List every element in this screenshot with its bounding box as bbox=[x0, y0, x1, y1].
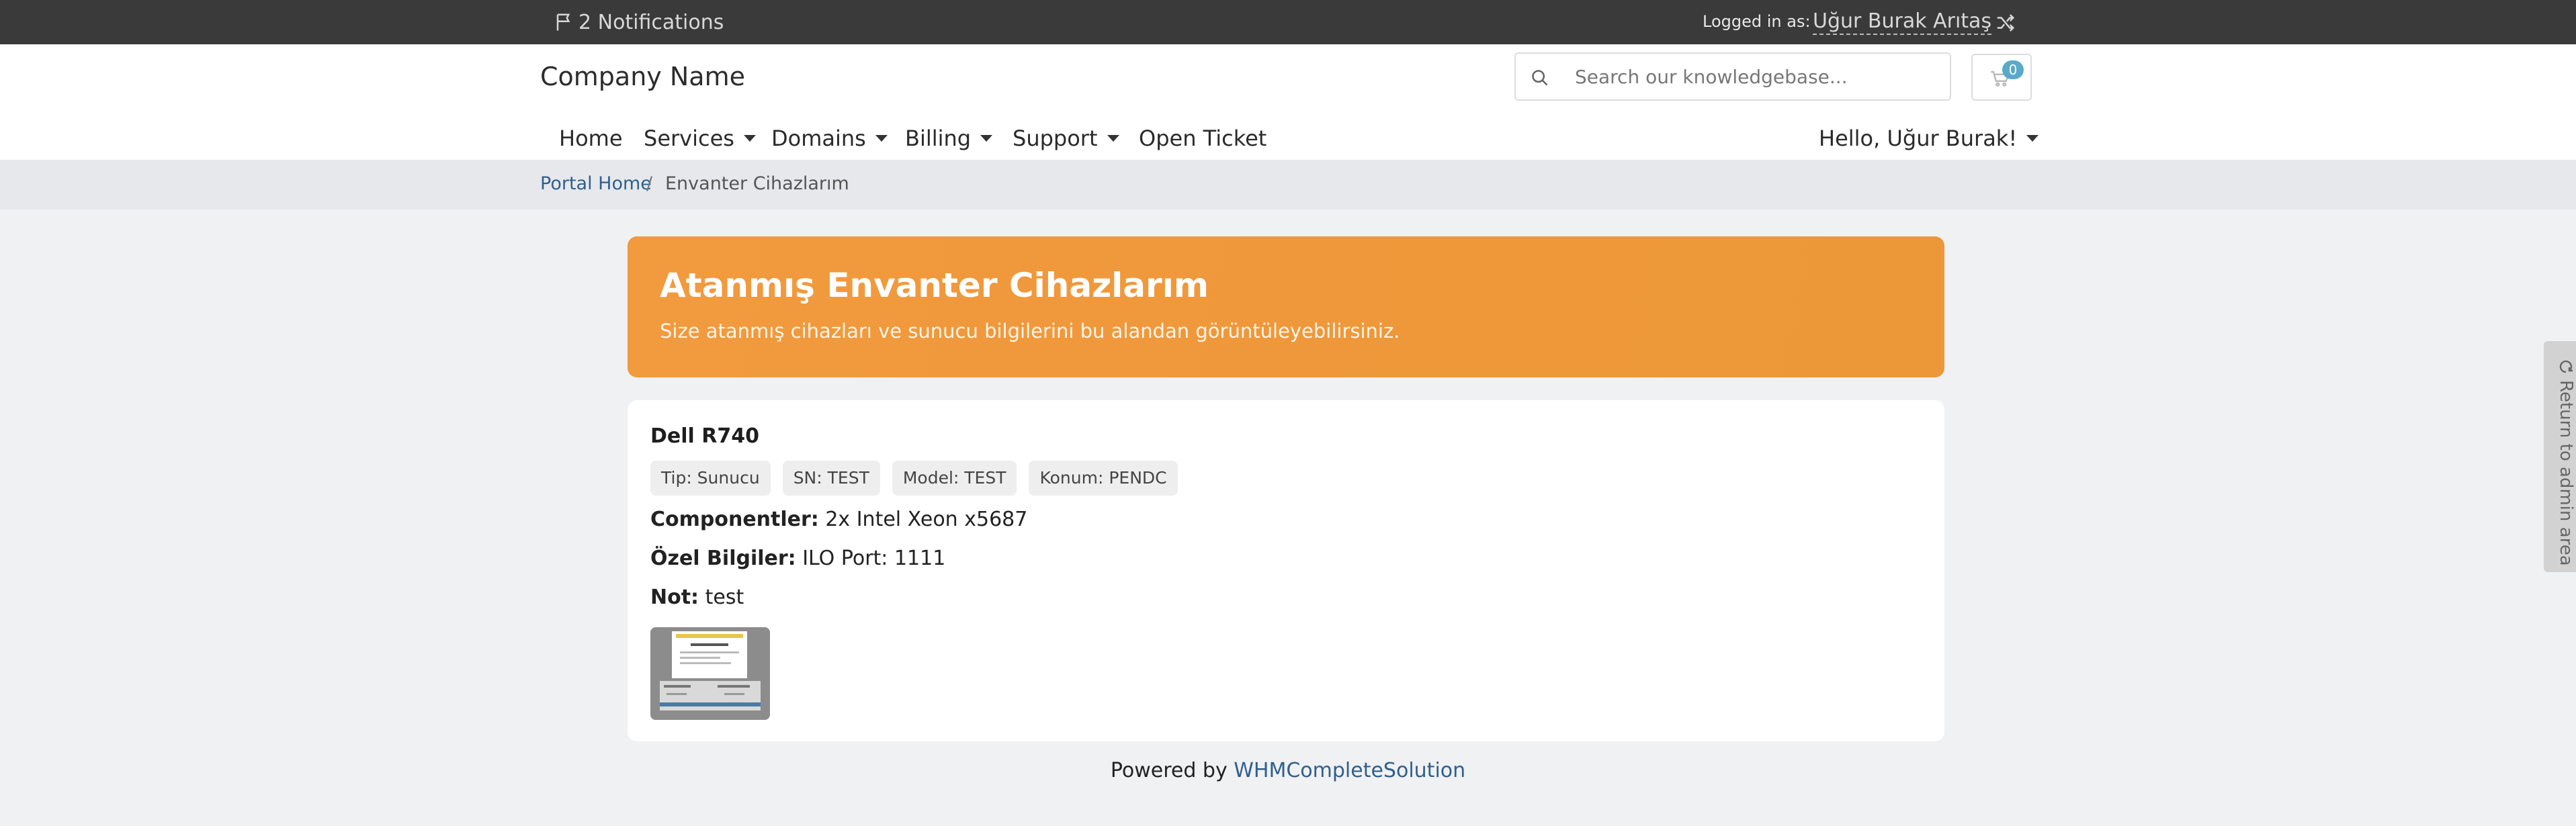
chevron-down-icon bbox=[980, 135, 993, 142]
nav-domains[interactable]: Domains bbox=[771, 120, 888, 157]
document-thumbnail-icon bbox=[650, 627, 770, 720]
nav-account-menu[interactable]: Hello, Uğur Burak! bbox=[1819, 120, 2039, 157]
logged-in-label: Logged in as: bbox=[1703, 12, 1811, 31]
breadcrumb-home-link[interactable]: Portal Home bbox=[540, 173, 652, 194]
note-value: test bbox=[699, 586, 744, 609]
note-label: Not: bbox=[650, 586, 699, 609]
nav-billing-label: Billing bbox=[905, 126, 972, 151]
special-info-value: ILO Port: 1111 bbox=[796, 547, 946, 570]
cart-count-badge: 0 bbox=[2002, 60, 2024, 79]
shuffle-icon[interactable] bbox=[1995, 13, 2016, 33]
notifications-link[interactable]: 2 Notifications bbox=[554, 9, 724, 35]
nav-support[interactable]: Support bbox=[1013, 120, 1119, 157]
chevron-down-icon bbox=[875, 135, 888, 142]
return-to-admin-tab[interactable]: Return to admin area bbox=[2544, 341, 2576, 572]
site-header: Company Name 0 Home Services Domains Bil… bbox=[0, 44, 2576, 160]
nav-open-ticket-label: Open Ticket bbox=[1139, 126, 1267, 151]
device-components-row: Componentler: 2x Intel Xeon x5687 bbox=[650, 508, 1027, 531]
device-card: Dell R740 Tip: Sunucu SN: TEST Model: TE… bbox=[628, 400, 1944, 741]
device-name: Dell R740 bbox=[650, 424, 759, 448]
page-subtitle: Size atanmış cihazları ve sunucu bilgile… bbox=[660, 320, 1400, 342]
cart-button[interactable]: 0 bbox=[1971, 54, 2032, 101]
chevron-down-icon bbox=[743, 135, 756, 142]
nav-domains-label: Domains bbox=[771, 126, 866, 151]
device-special-info-row: Özel Bilgiler: ILO Port: 1111 bbox=[650, 547, 945, 570]
device-type-chip: Tip: Sunucu bbox=[650, 461, 771, 496]
footer-whmcs-link[interactable]: WHMCompleteSolution bbox=[1234, 759, 1465, 782]
device-note-row: Not: test bbox=[650, 586, 744, 609]
special-info-label: Özel Bilgiler: bbox=[650, 547, 796, 570]
components-label: Componentler: bbox=[650, 508, 819, 531]
brand-logo-text[interactable]: Company Name bbox=[540, 62, 745, 91]
undo-icon bbox=[2559, 360, 2573, 373]
device-location-chip: Konum: PENDC bbox=[1029, 461, 1178, 496]
chevron-down-icon bbox=[1107, 135, 1119, 142]
return-to-admin-label: Return to admin area bbox=[2556, 380, 2576, 566]
nav-billing[interactable]: Billing bbox=[905, 120, 993, 157]
knowledgebase-search bbox=[1514, 52, 1951, 101]
nav-services[interactable]: Services bbox=[644, 120, 756, 157]
nav-home-label: Home bbox=[559, 126, 623, 151]
page-footer: Powered by WHMCompleteSolution bbox=[0, 759, 2576, 782]
page-hero-banner: Atanmış Envanter Cihazlarım Size atanmış… bbox=[628, 236, 1944, 377]
nav-services-label: Services bbox=[644, 126, 734, 151]
device-image-thumbnail[interactable] bbox=[650, 627, 770, 720]
breadcrumb-current: Envanter Cihazlarım bbox=[665, 173, 849, 194]
nav-support-label: Support bbox=[1013, 126, 1098, 151]
nav-home[interactable]: Home bbox=[559, 120, 623, 157]
nav-open-ticket[interactable]: Open Ticket bbox=[1139, 120, 1266, 157]
nav-account-label: Hello, Uğur Burak! bbox=[1819, 126, 2018, 151]
search-icon bbox=[1532, 70, 1548, 86]
logged-in-user-link[interactable]: Uğur Burak Arıtaş bbox=[1813, 9, 1992, 35]
page-title: Atanmış Envanter Cihazlarım bbox=[660, 266, 1209, 305]
components-value: 2x Intel Xeon x5687 bbox=[818, 508, 1028, 531]
device-serial-chip: SN: TEST bbox=[782, 461, 880, 496]
device-model-chip: Model: TEST bbox=[892, 461, 1017, 496]
main-navigation: Home Services Domains Billing Support Op… bbox=[0, 120, 2576, 157]
top-bar: 2 Notifications Logged in as: Uğur Burak… bbox=[0, 0, 2576, 44]
breadcrumb: Portal Home / Envanter Cihazlarım bbox=[0, 160, 2576, 210]
device-attribute-chips: Tip: Sunucu SN: TEST Model: TEST Konum: … bbox=[650, 461, 1178, 496]
footer-powered-by: Powered by bbox=[1110, 759, 1234, 782]
search-input[interactable] bbox=[1575, 54, 1938, 99]
chevron-down-icon bbox=[2026, 135, 2039, 142]
breadcrumb-separator: / bbox=[646, 173, 653, 194]
flag-icon bbox=[556, 13, 570, 31]
notifications-label: 2 Notifications bbox=[578, 10, 724, 34]
